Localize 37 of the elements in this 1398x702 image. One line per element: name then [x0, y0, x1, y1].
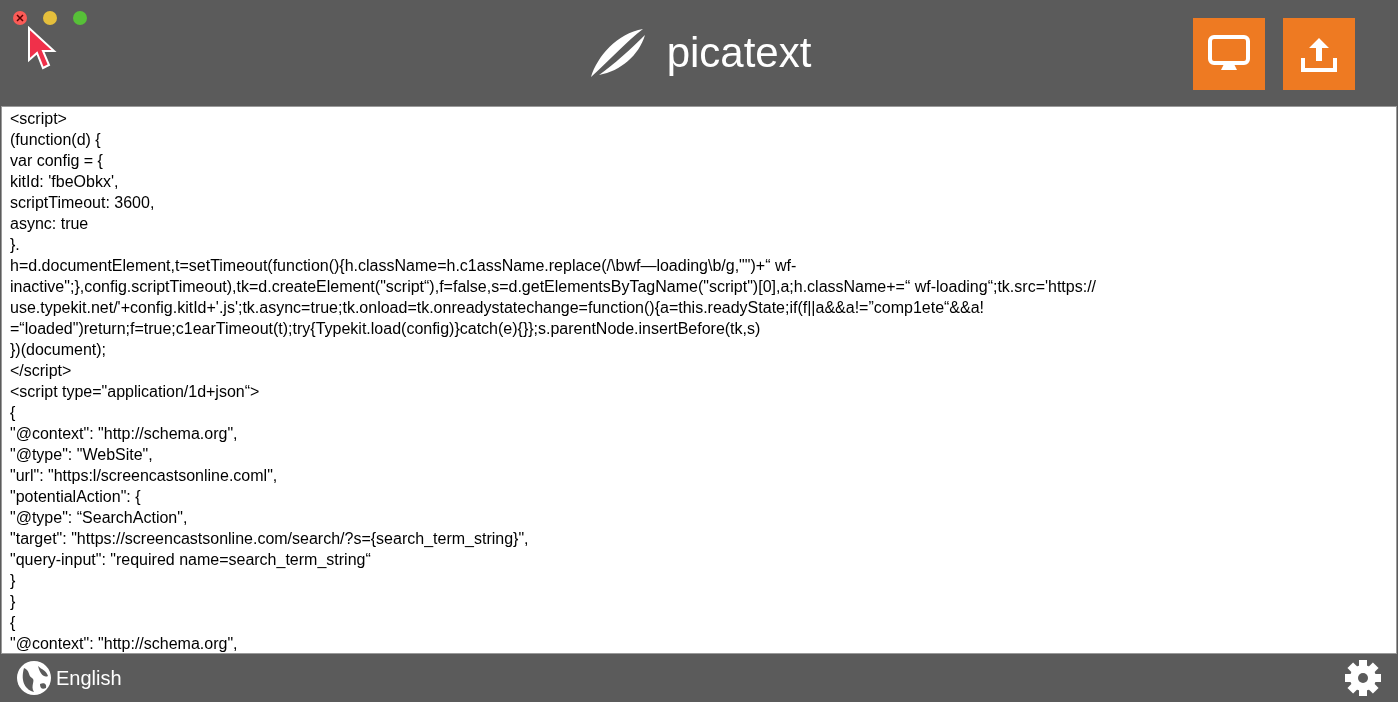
close-icon	[16, 14, 24, 22]
export-button[interactable]	[1283, 18, 1355, 90]
code-line: "potentialAction": {	[10, 487, 141, 507]
code-line: use.typekit.net/'+config.kitId+'.js';tk.async=true;tk.onload=tk.onreadystatechange=function(){a=this.readyState;if(f||a&&a!=”comp1ete“&&a!	[10, 298, 985, 318]
code-line: "@type": "WebSite",	[10, 445, 153, 465]
code-line: inactive";},config.scriptTimeout),tk=d.createElement("script“),f=false,s=d.getElementsByTagName("script")[0],a;h.className+=“ wf-loading“;tk.src='https://	[10, 277, 1097, 297]
language-label[interactable]: English	[56, 663, 122, 693]
code-line: scriptTimeout: 3600,	[10, 193, 155, 213]
globe-icon	[16, 660, 52, 696]
window-title: picatext	[666, 32, 812, 74]
code-line: kitId: 'fbeObkx',	[10, 172, 119, 192]
code-line: var config = {	[10, 151, 103, 171]
code-line: }	[10, 592, 16, 612]
code-line: </script>	[10, 361, 72, 381]
code-line: "url": "https:l/screencastsonline.coml",	[10, 466, 278, 486]
code-line: h=d.documentElement,t=setTimeout(function(){h.className=h.c1assName.replace(/\bwf—loading\b/g,"")+“ wf-	[10, 256, 797, 276]
close-button[interactable]	[13, 11, 27, 25]
zoom-button[interactable]	[73, 11, 87, 25]
text-editor[interactable]	[1, 106, 1397, 654]
display-button[interactable]	[1193, 18, 1265, 90]
code-line: })(document);	[10, 340, 107, 360]
code-line: (function(d) {	[10, 130, 101, 150]
code-line: "@type": “SearchAction",	[10, 508, 188, 528]
code-line: <script type="application/1d+json“>	[10, 382, 260, 402]
code-line: "@context": "http://schema.org",	[10, 634, 238, 653]
code-line: async: true	[10, 214, 89, 234]
code-line: =“loaded")return;f=true;c1earTimeout(t);try{Typekit.load(config)}catch(e){}};s.parentNode.insertBefore(tk,s)	[10, 319, 761, 339]
code-line: }.	[10, 235, 20, 255]
settings-icon[interactable]	[1344, 659, 1382, 697]
minimize-button[interactable]	[43, 11, 57, 25]
code-line: "target": "https://screencastsonline.com/search/?s={search_term_string}",	[10, 529, 529, 549]
code-line: {	[10, 613, 16, 633]
code-line: <script>	[10, 109, 67, 129]
code-line: "@context": "http://schema.org",	[10, 424, 238, 444]
code-line: "query-input": "required name=search_term_string“	[10, 550, 371, 570]
code-line: }	[10, 571, 16, 591]
code-line: {	[10, 403, 16, 423]
